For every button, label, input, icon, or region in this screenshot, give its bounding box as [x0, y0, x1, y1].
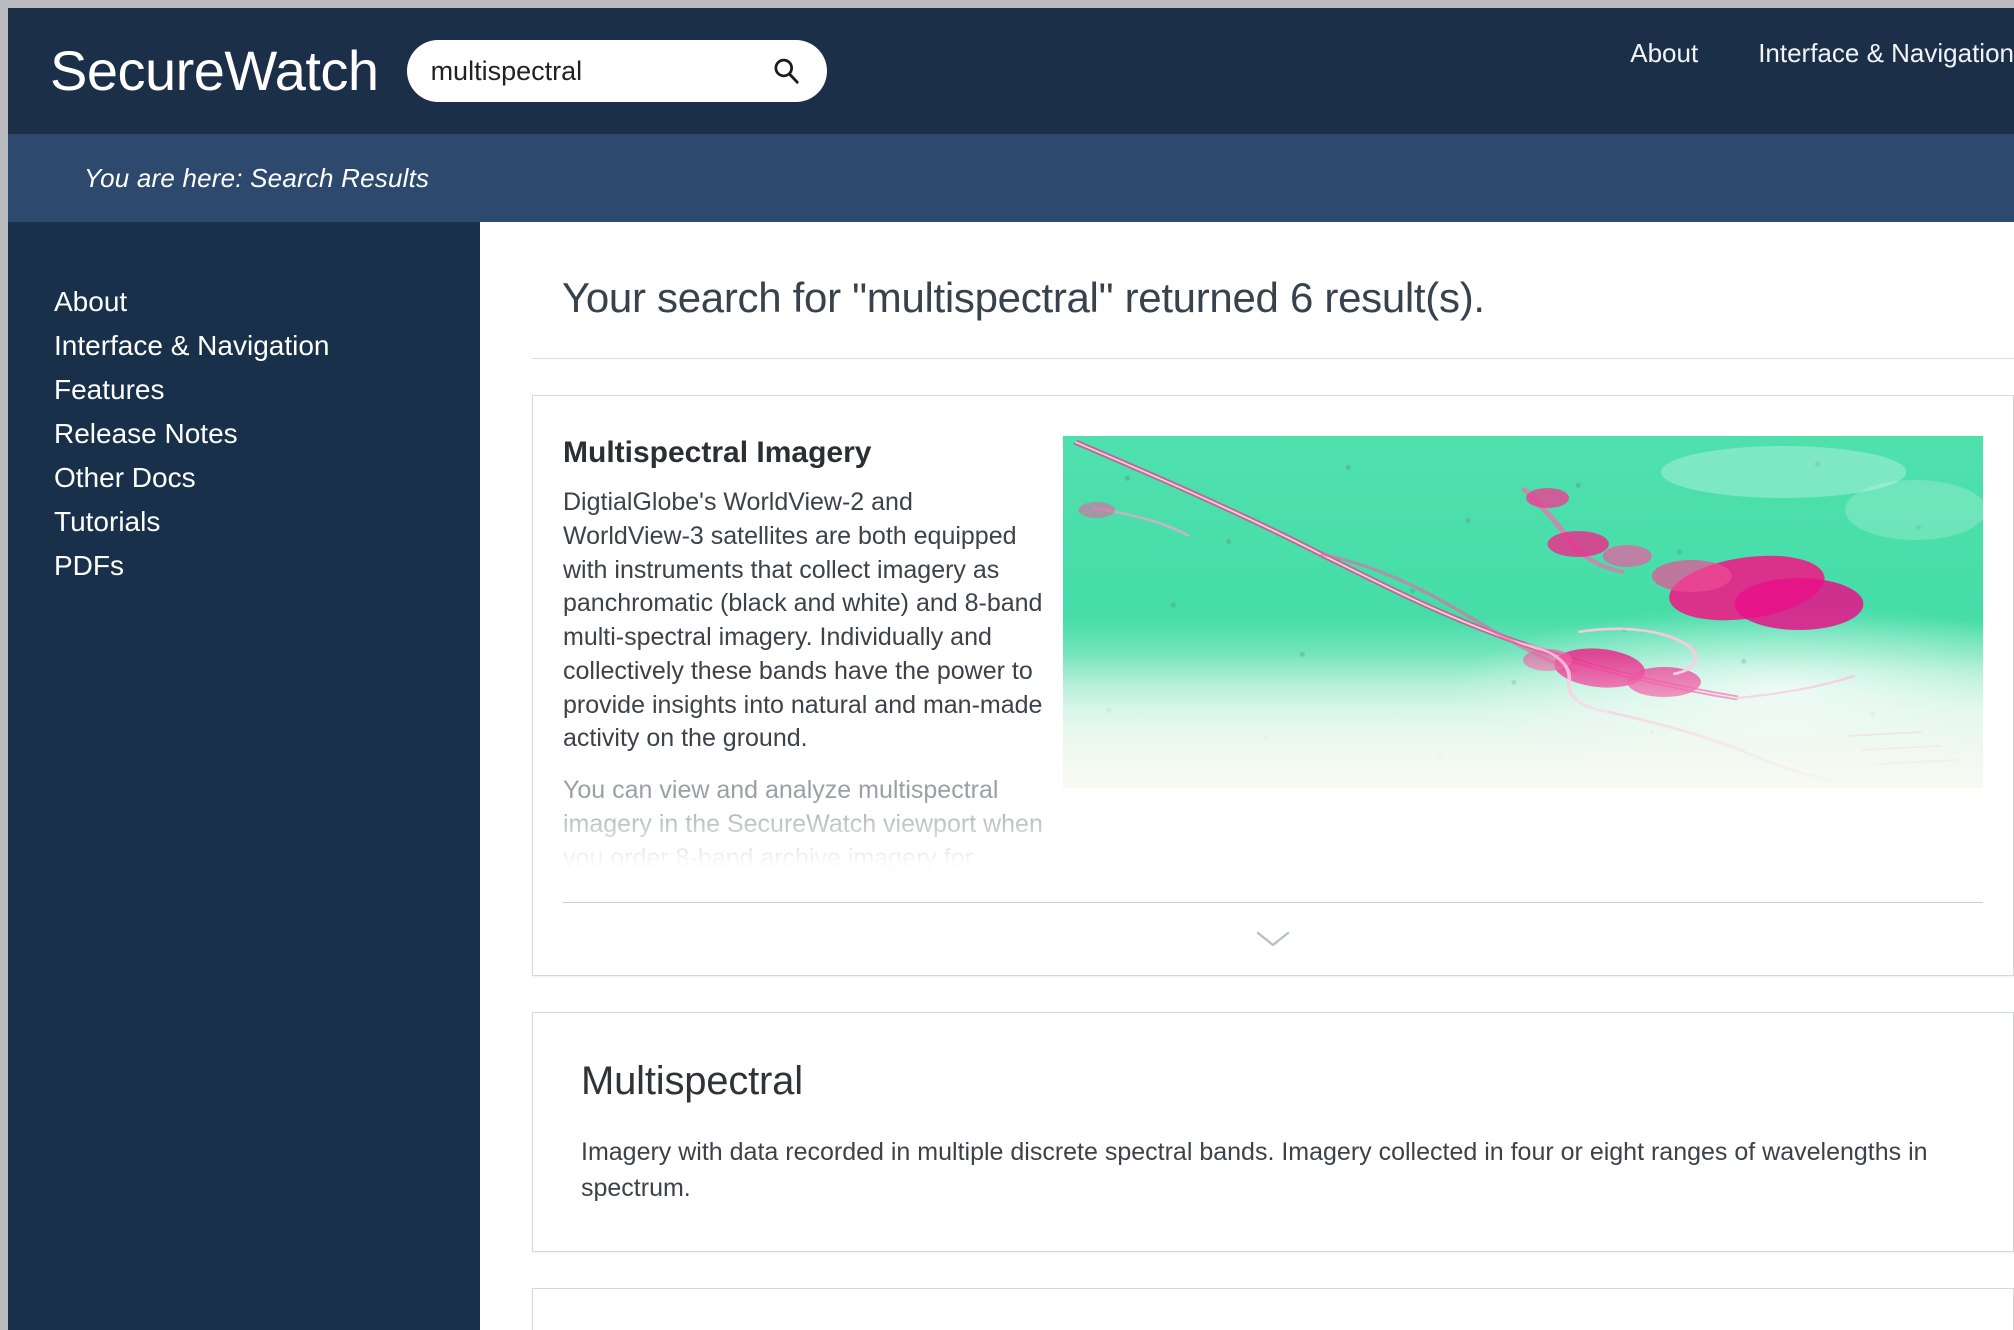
- page-title: Your search for "multispectral" returned…: [562, 274, 1485, 321]
- multispectral-thumbnail[interactable]: [1063, 436, 1983, 788]
- result-image-column: [1063, 436, 2013, 874]
- result-paragraph: DigtialGlobe's WorldView-2 and WorldView…: [563, 488, 1043, 753]
- sidebar-item-tutorials[interactable]: Tutorials: [8, 500, 480, 544]
- site-header: SecureWatch About Interface & Navigation: [8, 8, 2014, 134]
- search-result-card[interactable]: Multispectral Imagery DigtialGlobe's Wor…: [532, 395, 2014, 976]
- result-paragraph-truncated: You can view and analyze multispectral i…: [563, 774, 1043, 874]
- thumbnail-urban-features: [1063, 436, 1983, 788]
- topnav-item-about[interactable]: About: [1630, 38, 1698, 69]
- sidebar-item-interface-navigation[interactable]: Interface & Navigation: [8, 324, 480, 368]
- search-results-content: Your search for "multispectral" returned…: [480, 222, 2014, 1330]
- result-title[interactable]: Multispectral Imagery: [563, 436, 1043, 470]
- search-result-card[interactable]: Multispectral Imagery with data recorded…: [532, 1012, 2014, 1252]
- expand-result-button[interactable]: [533, 903, 2013, 975]
- chevron-down-icon[interactable]: [1254, 928, 1292, 950]
- page-body: About Interface & Navigation Features Re…: [8, 222, 2014, 1330]
- browser-viewport: SecureWatch About Interface & Navigation…: [8, 8, 2014, 1330]
- breadcrumb: You are here: Search Results: [84, 162, 430, 193]
- sidebar-item-other-docs[interactable]: Other Docs: [8, 456, 480, 500]
- site-logo[interactable]: SecureWatch: [50, 43, 379, 99]
- sidebar: About Interface & Navigation Features Re…: [8, 222, 480, 1330]
- result-text: Imagery with data recorded in multiple d…: [581, 1138, 1928, 1203]
- result-body: Multispectral Imagery DigtialGlobe's Wor…: [533, 396, 2013, 874]
- result-text-column: Multispectral Imagery DigtialGlobe's Wor…: [563, 436, 1063, 874]
- title-divider: [532, 358, 2014, 359]
- result-title[interactable]: Multispectral: [533, 1059, 2013, 1104]
- sidebar-list: About Interface & Navigation Features Re…: [8, 280, 480, 588]
- breadcrumb-bar: You are here: Search Results: [8, 134, 2014, 222]
- sidebar-item-release-notes[interactable]: Release Notes: [8, 412, 480, 456]
- topnav-item-interface-navigation[interactable]: Interface & Navigation: [1758, 38, 2014, 69]
- sidebar-item-about[interactable]: About: [8, 280, 480, 324]
- search-icon[interactable]: [771, 56, 801, 86]
- search-box[interactable]: [406, 40, 827, 102]
- sidebar-item-pdfs[interactable]: PDFs: [8, 544, 480, 588]
- sidebar-item-features[interactable]: Features: [8, 368, 480, 412]
- search-input[interactable]: [430, 40, 761, 102]
- search-result-card[interactable]: Ordering & Analyzing Multispectral Image…: [532, 1287, 2014, 1330]
- top-navigation: About Interface & Navigation: [1630, 38, 2014, 69]
